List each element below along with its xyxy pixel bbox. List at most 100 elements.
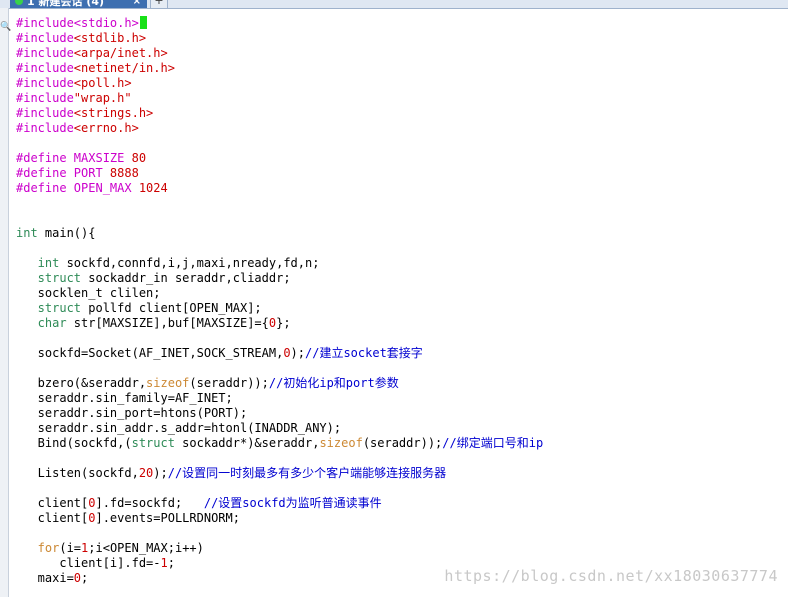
- code-token: int: [16, 226, 38, 240]
- code-token: <arpa/inet.h>: [73, 46, 168, 60]
- code-token: struct: [16, 301, 82, 315]
- code-token: main(){: [37, 226, 96, 240]
- code-token: #include: [16, 121, 74, 135]
- code-line: seraddr.sin_addr.s_addr=htonl(INADDR_ANY…: [16, 421, 788, 436]
- code-token: <stdlib.h>: [73, 31, 147, 45]
- code-token: 8888: [109, 166, 139, 180]
- code-line: seraddr.sin_family=AF_INET;: [16, 391, 788, 406]
- code-token: };: [276, 316, 291, 330]
- code-token: str[MAXSIZE],buf[MAXSIZE]={: [66, 316, 269, 330]
- connection-status-icon: [15, 0, 23, 5]
- code-token: pollfd client[OPEN_MAX];: [81, 301, 262, 315]
- code-line: seraddr.sin_port=htons(PORT);: [16, 406, 788, 421]
- code-token: ].fd=sockfd;: [95, 496, 204, 510]
- code-token: #define MAXSIZE: [16, 151, 132, 165]
- code-editor[interactable]: #include<stdio.h> #include<stdlib.h> #in…: [16, 16, 788, 586]
- code-token: #include<stdio.h>: [16, 16, 139, 30]
- new-tab-button[interactable]: +: [150, 0, 168, 8]
- code-line: for(i=1;i<OPEN_MAX;i++): [16, 541, 788, 556]
- code-line: int sockfd,connfd,i,j,maxi,nready,fd,n;: [16, 256, 788, 271]
- session-tab[interactable]: 1 新建会话 (4) ×: [10, 0, 147, 8]
- code-line: Listen(sockfd,20);//设置同一时刻最多有多少个客户端能够连接服…: [16, 466, 788, 481]
- code-token: client[: [16, 496, 89, 510]
- code-line: client[0].events=POLLRDNORM;: [16, 511, 788, 526]
- code-comment: //设置同一时刻最多有多少个客户端能够连接服务器: [167, 466, 447, 480]
- code-token: );: [290, 346, 305, 360]
- code-token: sockfd=Socket(AF_INET,SOCK_STREAM,: [16, 346, 284, 360]
- code-token: sockaddr*)&seraddr,: [174, 436, 320, 450]
- session-tab-label: 1 新建会话 (4): [27, 0, 105, 8]
- code-line: #include<stdlib.h>: [16, 31, 788, 46]
- code-token: 1: [160, 556, 168, 570]
- code-token: <errno.h>: [73, 121, 139, 135]
- code-line: #include<stdio.h>: [16, 16, 788, 31]
- code-token: ;: [167, 556, 175, 570]
- code-token: <netinet/in.h>: [73, 61, 175, 75]
- code-token: "wrap.h": [73, 91, 132, 105]
- watermark-text: https://blog.csdn.net/xx18030637774: [444, 567, 778, 585]
- code-line: #define OPEN_MAX 1024: [16, 181, 788, 196]
- code-token: #include: [16, 91, 74, 105]
- code-token: char: [16, 316, 67, 330]
- code-token: #include: [16, 76, 74, 90]
- code-token: sizeof: [146, 376, 190, 390]
- code-token: int: [16, 256, 60, 270]
- code-token: #define OPEN_MAX: [16, 181, 139, 195]
- code-token: seraddr.sin_port=htons(PORT);: [16, 406, 248, 420]
- code-token: struct: [131, 436, 175, 450]
- code-token: );: [153, 466, 168, 480]
- code-token: (seraddr));: [362, 436, 443, 450]
- code-token: socklen_t clilen;: [16, 286, 161, 300]
- code-token: bzero(&seraddr,: [16, 376, 147, 390]
- code-token: <poll.h>: [73, 76, 132, 90]
- code-token: for: [16, 541, 60, 555]
- code-token: client[: [16, 511, 89, 525]
- code-comment: //建立socket套接字: [305, 346, 423, 360]
- code-line: #include<netinet/in.h>: [16, 61, 788, 76]
- close-tab-icon[interactable]: ×: [133, 0, 141, 7]
- code-token: 20: [138, 466, 154, 480]
- code-token: sockaddr_in seraddr,cliaddr;: [81, 271, 291, 285]
- code-token: #include: [16, 61, 74, 75]
- code-line: #include<strings.h>: [16, 106, 788, 121]
- code-line: Bind(sockfd,(struct sockaddr*)&seraddr,s…: [16, 436, 788, 451]
- code-token: sizeof: [319, 436, 363, 450]
- code-line: struct sockaddr_in seraddr,cliaddr;: [16, 271, 788, 286]
- code-token: (seraddr));: [189, 376, 269, 390]
- code-comment: //设置sockfd为监听普通读事件: [203, 496, 382, 510]
- code-comment: //初始化ip和port参数: [268, 376, 399, 390]
- code-token: 1024: [138, 181, 168, 195]
- code-line: sockfd=Socket(AF_INET,SOCK_STREAM,0);//建…: [16, 346, 788, 361]
- code-comment: //绑定端口号和ip: [442, 436, 544, 450]
- code-token: #define PORT: [16, 166, 110, 180]
- code-line: #include<arpa/inet.h>: [16, 46, 788, 61]
- text-cursor: [139, 16, 147, 29]
- code-line: char str[MAXSIZE],buf[MAXSIZE]={0};: [16, 316, 788, 331]
- code-line: struct pollfd client[OPEN_MAX];: [16, 301, 788, 316]
- side-strip: 🔍: [0, 8, 11, 597]
- code-line: #include<poll.h>: [16, 76, 788, 91]
- code-token: sockfd,connfd,i,j,maxi,nready,fd,n;: [59, 256, 320, 270]
- code-token: ].events=POLLRDNORM;: [95, 511, 240, 525]
- code-token: 0: [73, 571, 82, 585]
- code-line: client[0].fd=sockfd; //设置sockfd为监听普通读事件: [16, 496, 788, 511]
- code-token: Bind(sockfd,(: [16, 436, 132, 450]
- code-line: #include<errno.h>: [16, 121, 788, 136]
- code-token: #include: [16, 106, 74, 120]
- code-line: #include"wrap.h": [16, 91, 788, 106]
- code-line: socklen_t clilen;: [16, 286, 788, 301]
- code-token: Listen(sockfd,: [16, 466, 139, 480]
- code-line: int main(){: [16, 226, 788, 241]
- code-line: #define MAXSIZE 80: [16, 151, 788, 166]
- code-line: #define PORT 8888: [16, 166, 788, 181]
- code-token: maxi=: [16, 571, 74, 585]
- code-token: 80: [131, 151, 147, 165]
- code-token: #include: [16, 46, 74, 60]
- search-icon[interactable]: 🔍: [0, 20, 11, 34]
